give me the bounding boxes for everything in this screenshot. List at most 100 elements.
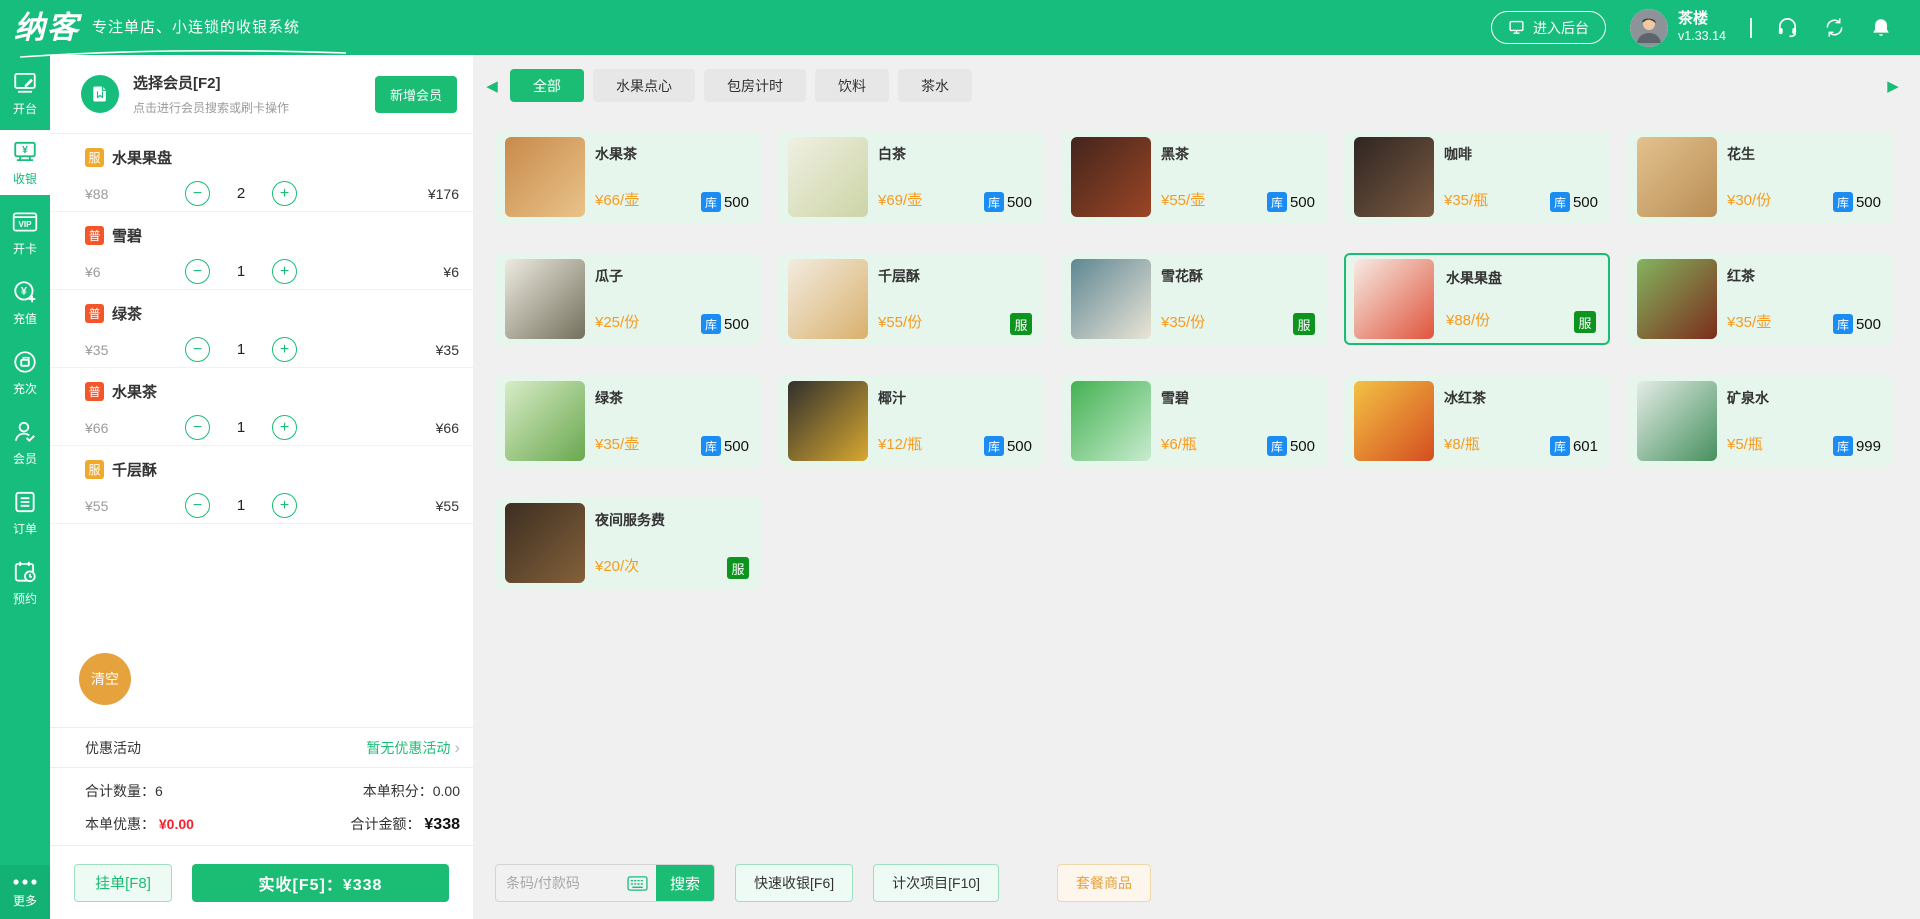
minus-button[interactable]: − (185, 181, 210, 206)
sidebar-item-vip-card[interactable]: VIP 开卡 (0, 200, 50, 265)
product-card[interactable]: 绿茶 ¥35/壶 库 500 (495, 375, 761, 467)
stock-count: 500 (1856, 316, 1881, 333)
plus-button[interactable]: + (272, 493, 297, 518)
product-card[interactable]: 雪花酥 ¥35/份 服 (1061, 253, 1327, 345)
category-tab[interactable]: 包房计时 (704, 69, 806, 102)
keyboard-icon[interactable] (627, 875, 656, 892)
cart-item-qty: 1 (210, 497, 272, 514)
sidebar-item-open-table[interactable]: 开台 (0, 60, 50, 125)
barcode-input[interactable] (496, 865, 627, 901)
recharge-icon: ¥ (12, 279, 38, 305)
product-price: ¥69/壶 (878, 189, 922, 210)
bell-icon[interactable] (1870, 17, 1892, 39)
sidebar-item-recharge-times[interactable]: 充次 (0, 340, 50, 405)
promo-link[interactable]: 暂无优惠活动 › (366, 738, 460, 758)
category-tab[interactable]: 水果点心 (593, 69, 695, 102)
product-card[interactable]: 雪碧 ¥6/瓶 库 500 (1061, 375, 1327, 467)
headset-icon[interactable] (1776, 16, 1799, 39)
product-card[interactable]: 瓜子 ¥25/份 库 500 (495, 253, 761, 345)
top-header: 纳客 专注单店、小连锁的收银系统 进入后台 茶楼 v1.33 (0, 0, 1920, 55)
stock-info: 库 500 (1833, 314, 1881, 334)
cart-item-price: ¥66 (85, 420, 185, 436)
sync-icon[interactable] (1823, 16, 1846, 39)
enter-backend-label: 进入后台 (1533, 18, 1589, 38)
quick-cashier-button[interactable]: 快速收银[F6] (735, 864, 853, 902)
stock-count: 500 (1573, 194, 1598, 211)
sidebar-item-cashier[interactable]: ¥ 收银 (0, 130, 50, 195)
sidebar-item-orders[interactable]: 订单 (0, 480, 50, 545)
search-button[interactable]: 搜索 (656, 864, 714, 902)
product-price: ¥35/份 (1161, 311, 1205, 332)
product-price: ¥25/份 (595, 311, 639, 332)
product-name: 冰红茶 (1444, 388, 1486, 408)
product-card[interactable]: 咖啡 ¥35/瓶 库 500 (1344, 131, 1610, 223)
enter-backend-button[interactable]: 进入后台 (1491, 11, 1606, 44)
product-name: 白茶 (878, 144, 906, 164)
product-name: 瓜子 (595, 266, 623, 286)
cart-item-qty: 1 (210, 341, 272, 358)
hold-order-button[interactable]: 挂单[F8] (74, 864, 172, 902)
clear-cart-button[interactable]: 清空 (79, 653, 131, 705)
minus-button[interactable]: − (185, 259, 210, 284)
member-card-icon (81, 75, 119, 113)
product-card[interactable]: 冰红茶 ¥8/瓶 库 601 (1344, 375, 1610, 467)
product-price: ¥8/瓶 (1444, 433, 1480, 454)
user-block[interactable]: 茶楼 v1.33.14 (1630, 9, 1726, 47)
product-card[interactable]: 夜间服务费 ¥20/次 服 (495, 497, 761, 589)
product-price: ¥6/瓶 (1161, 433, 1197, 454)
product-card[interactable]: 黑茶 ¥55/壶 库 500 (1061, 131, 1327, 223)
minus-button[interactable]: − (185, 493, 210, 518)
sidebar-item-reservation[interactable]: 预约 (0, 550, 50, 615)
logo-swoosh-line (18, 46, 348, 60)
product-name: 雪花酥 (1161, 266, 1203, 286)
sidebar-item-member[interactable]: 会员 (0, 410, 50, 475)
catalog-area: ◀ 全部 水果点心 包房计时 饮料 茶水 ▶ 水果茶 ¥66/壶 库 (473, 55, 1920, 919)
category-tab[interactable]: 茶水 (898, 69, 972, 102)
order-points: 本单积分：0.00 (363, 781, 460, 801)
plus-button[interactable]: + (272, 259, 297, 284)
stock-info: 库 500 (701, 192, 749, 212)
header-divider (1750, 18, 1752, 38)
stock-badge: 库 (1267, 436, 1287, 456)
minus-button[interactable]: − (185, 415, 210, 440)
product-name: 红茶 (1727, 266, 1755, 286)
product-card[interactable]: 椰汁 ¥12/瓶 库 500 (778, 375, 1044, 467)
cart-item-amount: ¥55 (436, 498, 459, 514)
product-image (505, 381, 585, 461)
stock-info: 库 500 (984, 192, 1032, 212)
combo-product-button[interactable]: 套餐商品 (1057, 864, 1151, 902)
product-card[interactable]: 花生 ¥30/份 库 500 (1627, 131, 1893, 223)
product-card[interactable]: 白茶 ¥69/壶 库 500 (778, 131, 1044, 223)
select-member-area[interactable]: 选择会员[F2] 点击进行会员搜索或刷卡操作 新增会员 (50, 55, 473, 134)
plus-button[interactable]: + (272, 181, 297, 206)
product-card[interactable]: 矿泉水 ¥5/瓶 库 999 (1627, 375, 1893, 467)
cart-item-price: ¥6 (85, 264, 185, 280)
plus-button[interactable]: + (272, 415, 297, 440)
add-member-button[interactable]: 新增会员 (375, 76, 457, 113)
minus-button[interactable]: − (185, 337, 210, 362)
product-price: ¥66/壶 (595, 189, 639, 210)
count-item-button[interactable]: 计次项目[F10] (873, 864, 999, 902)
product-price: ¥55/壶 (1161, 189, 1205, 210)
cart-item-type-badge: 普 (85, 226, 104, 245)
plus-button[interactable]: + (272, 337, 297, 362)
checkout-button[interactable]: 实收[F5]：¥338 (192, 864, 449, 902)
category-tab[interactable]: 全部 (510, 69, 584, 102)
stock-badge: 库 (1267, 192, 1287, 212)
cart-item-qty: 1 (210, 263, 272, 280)
cart-item-price: ¥88 (85, 186, 185, 202)
stock-count: 999 (1856, 438, 1881, 455)
category-tab[interactable]: 饮料 (815, 69, 889, 102)
product-card[interactable]: 红茶 ¥35/壶 库 500 (1627, 253, 1893, 345)
product-price: ¥12/瓶 (878, 433, 922, 454)
sidebar-item-more[interactable]: 更多 (0, 865, 50, 919)
product-card[interactable]: 千层酥 ¥55/份 服 (778, 253, 1044, 345)
app-version: v1.33.14 (1678, 29, 1726, 45)
tabs-scroll-left-icon[interactable]: ◀ (483, 77, 501, 95)
select-member-subtitle: 点击进行会员搜索或刷卡操作 (133, 99, 289, 116)
sidebar-item-recharge[interactable]: ¥ 充值 (0, 270, 50, 335)
product-card[interactable]: 水果果盘 ¥88/份 服 (1344, 253, 1610, 345)
recharge-times-icon (12, 349, 38, 375)
tabs-scroll-right-icon[interactable]: ▶ (1884, 77, 1902, 95)
product-card[interactable]: 水果茶 ¥66/壶 库 500 (495, 131, 761, 223)
